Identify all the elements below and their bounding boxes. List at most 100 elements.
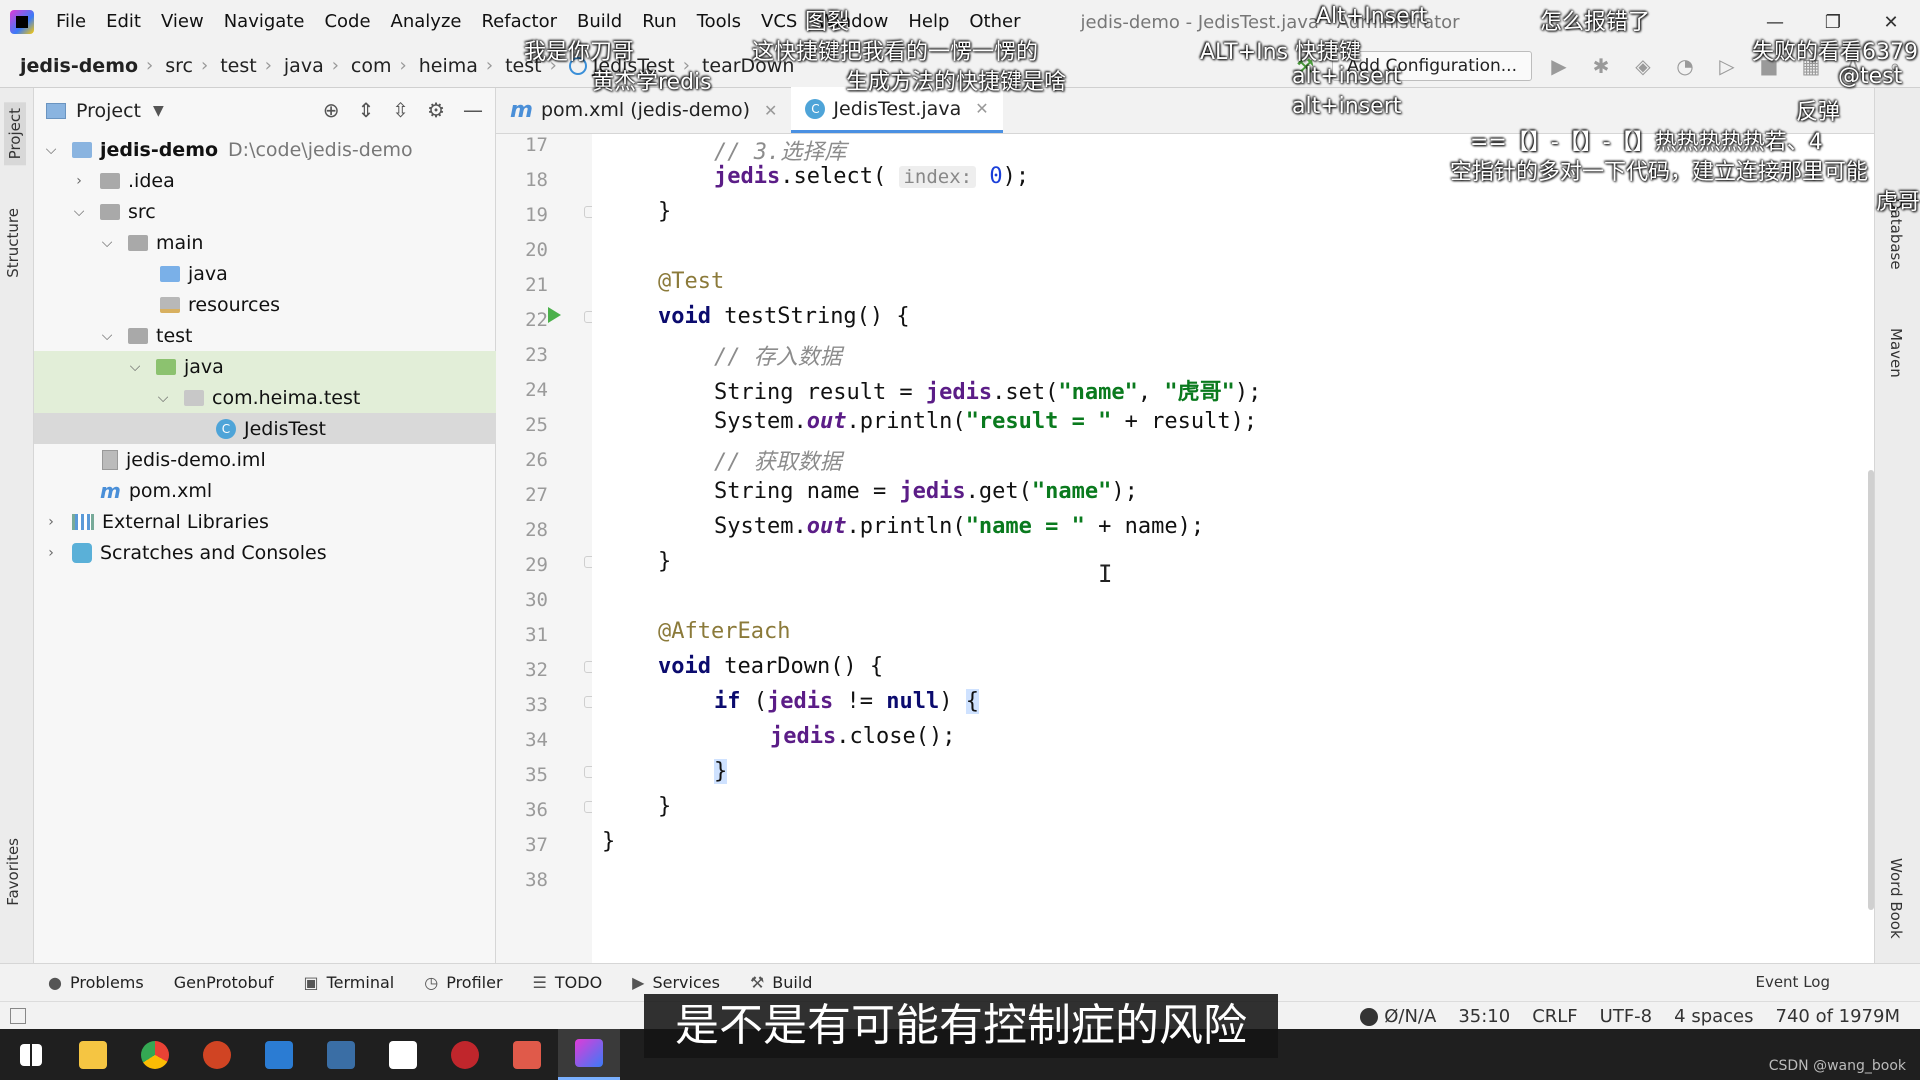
tree-item-main-java[interactable]: java: [34, 258, 496, 289]
chevron-down-icon[interactable]: ⌵: [96, 328, 118, 344]
code-text: );: [1002, 164, 1030, 189]
close-icon[interactable]: ✕: [764, 101, 777, 120]
collapse-all-icon[interactable]: ⇳: [392, 98, 409, 122]
run-anything-icon[interactable]: ▷: [1712, 54, 1742, 78]
hide-icon[interactable]: —: [463, 98, 483, 122]
project-view-selector[interactable]: Project: [76, 100, 141, 122]
tree-item-resources[interactable]: resources: [34, 289, 496, 320]
breadcrumb-com[interactable]: com: [343, 55, 396, 77]
code-line-33: if (jedis != null) {: [714, 689, 979, 714]
tree-label: JedisTest: [244, 417, 326, 440]
start-button[interactable]: [0, 1029, 62, 1080]
expand-all-icon[interactable]: ⇕: [358, 98, 375, 122]
menu-view[interactable]: View: [151, 0, 214, 44]
memory-indicator[interactable]: 740 of 1979M: [1776, 1006, 1901, 1027]
menu-analyze[interactable]: Analyze: [381, 0, 472, 44]
menu-code[interactable]: Code: [314, 0, 380, 44]
caret-position[interactable]: 35:10: [1458, 1006, 1510, 1027]
debug-icon[interactable]: ✱: [1586, 54, 1616, 78]
close-icon[interactable]: ✕: [975, 99, 988, 118]
tree-item-external-libraries[interactable]: › External Libraries: [34, 506, 496, 537]
breadcrumb-heima[interactable]: heima: [411, 55, 482, 77]
indent-setting[interactable]: 4 spaces: [1674, 1006, 1753, 1027]
structure-tool-tab[interactable]: Structure: [4, 208, 22, 278]
run-test-gutter-icon[interactable]: [548, 307, 561, 323]
taskbar-explorer[interactable]: [62, 1029, 124, 1080]
chevron-down-icon[interactable]: ⌵: [96, 235, 118, 251]
tree-item-root[interactable]: ⌵ jedis-demo D:\code\jedis-demo: [34, 134, 496, 165]
code-line-24: String result = jedis.set("name", "虎哥");: [714, 374, 1261, 406]
tree-label: com.heima.test: [212, 386, 361, 409]
chevron-down-icon[interactable]: ⌵: [152, 390, 174, 406]
line-separator[interactable]: CRLF: [1532, 1006, 1577, 1027]
tree-item-pom[interactable]: m pom.xml: [34, 475, 496, 506]
tree-item-src[interactable]: ⌵ src: [34, 196, 496, 227]
menu-file[interactable]: File: [46, 0, 96, 44]
taskbar-chrome[interactable]: [124, 1029, 186, 1080]
menu-navigate[interactable]: Navigate: [214, 0, 315, 44]
code-text: String result =: [714, 380, 926, 405]
line-number: 21: [525, 274, 548, 296]
coverage-icon[interactable]: ◈: [1628, 54, 1658, 78]
module-folder-icon: [72, 141, 92, 158]
code-line-36: }: [658, 794, 672, 819]
tree-item-scratches[interactable]: › Scratches and Consoles: [34, 537, 496, 568]
chevron-down-icon[interactable]: ⌵: [68, 204, 90, 220]
tree-item-test[interactable]: ⌵ test: [34, 320, 496, 351]
tree-item-test-java[interactable]: ⌵ java: [34, 351, 496, 382]
tree-item-iml[interactable]: jedis-demo.iml: [34, 444, 496, 475]
maven-tool-tab[interactable]: Maven: [1887, 328, 1905, 378]
taskbar-redis[interactable]: [434, 1029, 496, 1080]
code-text: System.: [714, 514, 807, 539]
taskbar-typora[interactable]: [372, 1029, 434, 1080]
profiler-tab[interactable]: ◷ Profiler: [424, 973, 502, 992]
terminal-tab[interactable]: ▣ Terminal: [303, 973, 394, 992]
code-field: jedis: [899, 479, 966, 504]
breadcrumb-test[interactable]: test: [212, 55, 261, 77]
tree-item-idea[interactable]: › .idea: [34, 165, 496, 196]
taskbar-intellij[interactable]: [558, 1029, 620, 1080]
code-line-19: }: [658, 199, 672, 224]
toggle-tool-windows-icon[interactable]: [10, 1008, 26, 1024]
chevron-right-icon[interactable]: ›: [40, 545, 62, 561]
line-number: 22: [525, 309, 548, 331]
taskbar-powerpoint[interactable]: [186, 1029, 248, 1080]
tree-item-package[interactable]: ⌵ com.heima.test: [34, 382, 496, 413]
code-editor[interactable]: // 3.选择库 jedis.select( index: 0); } @Tes…: [592, 134, 1874, 963]
tree-item-main[interactable]: ⌵ main: [34, 227, 496, 258]
menu-edit[interactable]: Edit: [96, 0, 151, 44]
code-string: "虎哥": [1164, 380, 1235, 405]
todo-tab[interactable]: ☰ TODO: [533, 973, 603, 992]
danmaku-comment: Alt+Insert: [1316, 4, 1428, 29]
wordbook-tool-tab[interactable]: Word Book: [1887, 858, 1905, 939]
favorites-tool-tab[interactable]: Favorites: [4, 838, 22, 906]
tool-label: Build: [772, 973, 813, 992]
build-tab[interactable]: ⚒ Build: [750, 973, 813, 992]
taskbar-app-red[interactable]: [496, 1029, 558, 1080]
run-icon[interactable]: ▶: [1544, 54, 1574, 78]
breadcrumb-src[interactable]: src: [157, 55, 197, 77]
file-encoding[interactable]: UTF-8: [1600, 1006, 1652, 1027]
genprotobuf-tab[interactable]: GenProtobuf: [174, 973, 274, 992]
taskbar-app-image[interactable]: [310, 1029, 372, 1080]
tree-item-jedistest[interactable]: C JedisTest: [34, 413, 496, 444]
vcs-status[interactable]: Ø/N/A: [1360, 1006, 1436, 1027]
gear-icon[interactable]: ⚙: [427, 98, 445, 122]
code-static-field: out: [806, 514, 847, 539]
project-tool-tab[interactable]: Project: [4, 102, 26, 166]
menu-run[interactable]: Run: [632, 0, 687, 44]
profile-icon[interactable]: ◔: [1670, 54, 1700, 78]
breadcrumb-project[interactable]: jedis-demo: [12, 55, 142, 77]
services-tab[interactable]: ▶ Services: [632, 973, 720, 992]
chevron-right-icon[interactable]: ›: [68, 173, 90, 189]
chevron-down-icon[interactable]: ⌵: [124, 359, 146, 375]
chevron-right-icon[interactable]: ›: [40, 514, 62, 530]
taskbar-app-blue[interactable]: [248, 1029, 310, 1080]
breadcrumb-java[interactable]: java: [276, 55, 328, 77]
event-log-tab[interactable]: Event Log: [1755, 973, 1830, 991]
locate-icon[interactable]: ⊕: [323, 98, 340, 122]
menu-tools[interactable]: Tools: [687, 0, 751, 44]
chevron-down-icon[interactable]: ⌵: [40, 142, 62, 158]
problems-tab[interactable]: ● Problems: [48, 973, 144, 992]
chevron-down-icon[interactable]: ▼: [153, 103, 164, 119]
